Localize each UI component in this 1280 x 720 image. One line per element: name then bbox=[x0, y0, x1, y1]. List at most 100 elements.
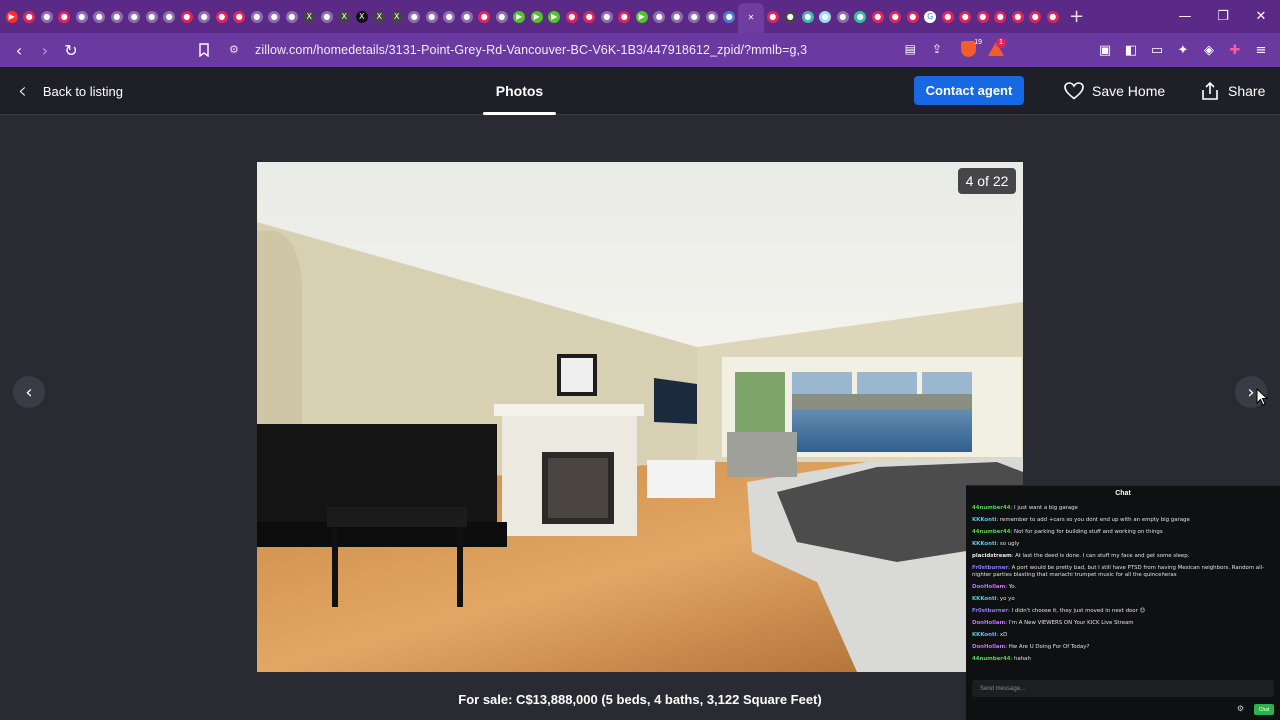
browser-tab[interactable]: ● bbox=[939, 0, 957, 33]
browser-tab[interactable]: ● bbox=[266, 0, 284, 33]
browser-tab[interactable]: ● bbox=[91, 0, 109, 33]
chat-send-button[interactable]: Chat bbox=[1254, 704, 1274, 715]
contact-agent-button[interactable]: Contact agent bbox=[914, 76, 1024, 105]
browser-tab[interactable]: ● bbox=[318, 0, 336, 33]
browser-tab[interactable]: ● bbox=[21, 0, 39, 33]
listing-photo[interactable] bbox=[257, 162, 1023, 672]
browser-tab[interactable]: ● bbox=[563, 0, 581, 33]
browser-tab[interactable]: ● bbox=[782, 0, 800, 33]
browser-tab[interactable]: ● bbox=[213, 0, 231, 33]
leo-ai-icon[interactable]: ✦ bbox=[1172, 39, 1194, 61]
browser-tab[interactable]: ● bbox=[834, 0, 852, 33]
back-arrow-icon[interactable]: ‹ bbox=[6, 37, 32, 63]
browser-tab[interactable]: ● bbox=[887, 0, 905, 33]
chat-username[interactable]: DonHollam bbox=[972, 620, 1005, 626]
sidebar-icon[interactable]: ◧ bbox=[1120, 39, 1142, 61]
browser-tab[interactable]: X bbox=[371, 0, 389, 33]
chat-username[interactable]: 44number44 bbox=[972, 656, 1010, 662]
browser-tab[interactable]: G bbox=[922, 0, 940, 33]
browser-tab[interactable]: ● bbox=[992, 0, 1010, 33]
browser-tab[interactable]: ● bbox=[493, 0, 511, 33]
browser-tab[interactable]: ● bbox=[283, 0, 301, 33]
chat-message-input[interactable]: Send message... bbox=[972, 680, 1274, 697]
browser-tab[interactable]: ● bbox=[721, 0, 739, 33]
chat-username[interactable]: 44number44 bbox=[972, 505, 1010, 511]
close-window-icon[interactable]: ✕ bbox=[1242, 0, 1280, 33]
browser-tab[interactable]: ● bbox=[56, 0, 74, 33]
menu-icon[interactable]: ≡ bbox=[1250, 39, 1272, 61]
share-button[interactable]: Share bbox=[1200, 67, 1265, 115]
bookmark-icon[interactable] bbox=[191, 37, 217, 63]
browser-tab[interactable]: ● bbox=[1027, 0, 1045, 33]
chat-username[interactable]: DonHollam bbox=[972, 584, 1005, 590]
browser-tab[interactable]: ● bbox=[441, 0, 459, 33]
previous-photo-button[interactable]: ‹ bbox=[13, 376, 45, 408]
browser-tab[interactable]: ● bbox=[231, 0, 249, 33]
chat-username[interactable]: Fr0stburner bbox=[972, 565, 1008, 571]
browser-tab[interactable]: X bbox=[336, 0, 354, 33]
new-tab-button[interactable]: + bbox=[1062, 6, 1092, 27]
url-text[interactable]: zillow.com/homedetails/3131-Point-Grey-R… bbox=[255, 43, 807, 57]
restore-icon[interactable]: ❐ bbox=[1204, 0, 1242, 33]
browser-tab[interactable]: X bbox=[301, 0, 319, 33]
site-info-icon[interactable]: ⚙ bbox=[229, 43, 239, 56]
browser-tab[interactable]: ▶ bbox=[511, 0, 529, 33]
browser-tab[interactable]: ● bbox=[957, 0, 975, 33]
chat-username[interactable]: 44number44 bbox=[972, 529, 1010, 535]
chat-username[interactable]: Fr0stburner bbox=[972, 608, 1008, 614]
extension-icon[interactable]: ✚ bbox=[1224, 39, 1246, 61]
chat-username[interactable]: DonHollam bbox=[972, 644, 1005, 650]
browser-tab[interactable]: ● bbox=[974, 0, 992, 33]
back-to-listing-link[interactable]: ‹ Back to listing bbox=[18, 67, 123, 115]
browser-tab[interactable]: X bbox=[388, 0, 406, 33]
browser-tab[interactable]: ● bbox=[869, 0, 887, 33]
browser-tab[interactable]: ● bbox=[161, 0, 179, 33]
chat-username[interactable]: KKKonti bbox=[972, 541, 996, 547]
browser-tab[interactable]: ● bbox=[904, 0, 922, 33]
browser-tab[interactable]: ● bbox=[817, 0, 835, 33]
tab-photos[interactable]: Photos bbox=[483, 67, 556, 115]
browser-tab[interactable]: ● bbox=[248, 0, 266, 33]
browser-tab[interactable]: ▶ bbox=[528, 0, 546, 33]
browser-tab[interactable]: ● bbox=[476, 0, 494, 33]
save-home-button[interactable]: Save Home bbox=[1064, 67, 1165, 115]
browser-tab[interactable]: ● bbox=[799, 0, 817, 33]
browser-tab[interactable]: ● bbox=[668, 0, 686, 33]
browser-tab[interactable]: ● bbox=[126, 0, 144, 33]
chat-username[interactable]: KKKonti bbox=[972, 517, 996, 523]
browser-tab[interactable]: ● bbox=[108, 0, 126, 33]
chat-username[interactable]: KKKonti bbox=[972, 596, 996, 602]
browser-tab[interactable]: ✕ bbox=[738, 3, 764, 33]
tab-search-icon[interactable]: ▣ bbox=[1094, 39, 1116, 61]
browser-tab[interactable]: ▶ bbox=[3, 0, 21, 33]
browser-tab[interactable]: ● bbox=[178, 0, 196, 33]
browser-tab[interactable]: ● bbox=[616, 0, 634, 33]
browser-tab[interactable]: ● bbox=[852, 0, 870, 33]
browser-tab[interactable]: ● bbox=[686, 0, 704, 33]
forward-arrow-icon[interactable]: › bbox=[32, 37, 58, 63]
browser-tab[interactable]: ● bbox=[38, 0, 56, 33]
browser-tab[interactable]: ● bbox=[406, 0, 424, 33]
browser-tab[interactable]: ● bbox=[196, 0, 214, 33]
chat-username[interactable]: KKKonti bbox=[972, 632, 996, 638]
browser-tab[interactable]: ● bbox=[143, 0, 161, 33]
browser-tab[interactable]: ● bbox=[703, 0, 721, 33]
browser-tab[interactable]: ▶ bbox=[546, 0, 564, 33]
browser-tab[interactable]: ● bbox=[73, 0, 91, 33]
browser-tab[interactable]: ▶ bbox=[633, 0, 651, 33]
reader-mode-icon[interactable]: ▤ bbox=[905, 42, 916, 56]
wallet-icon[interactable]: ▭ bbox=[1146, 39, 1168, 61]
address-bar[interactable]: ⚙ zillow.com/homedetails/3131-Point-Grey… bbox=[222, 37, 1012, 63]
browser-tab[interactable]: ● bbox=[1044, 0, 1062, 33]
chat-username[interactable]: placidstream bbox=[972, 553, 1012, 559]
browser-tab[interactable]: ● bbox=[458, 0, 476, 33]
browser-tab[interactable]: ● bbox=[423, 0, 441, 33]
reload-icon[interactable]: ↻ bbox=[58, 37, 84, 63]
browser-tab[interactable]: X bbox=[353, 0, 371, 33]
browser-tab[interactable]: ● bbox=[651, 0, 669, 33]
browser-tab[interactable]: ● bbox=[598, 0, 616, 33]
minimize-icon[interactable]: — bbox=[1166, 0, 1204, 33]
browser-tab[interactable]: ● bbox=[764, 0, 782, 33]
share-page-icon[interactable]: ⇪ bbox=[932, 42, 942, 56]
vpn-icon[interactable]: ◈ bbox=[1198, 39, 1220, 61]
